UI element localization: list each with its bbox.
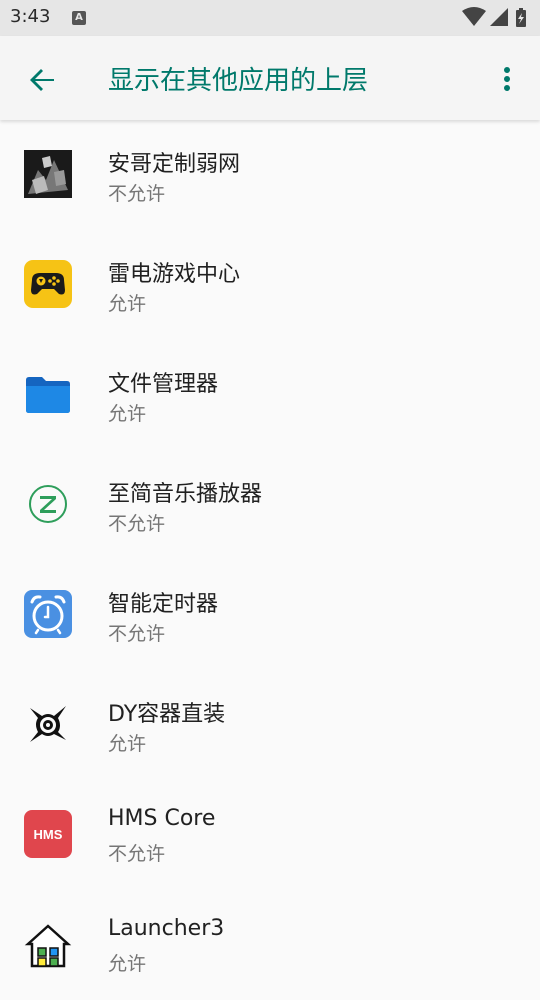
- back-button[interactable]: [20, 58, 64, 102]
- hms-app-icon: HMS: [24, 810, 72, 858]
- arrow-back-icon: [30, 69, 54, 91]
- app-permission-status: 允许: [108, 293, 147, 315]
- svg-text:HMS: HMS: [34, 827, 63, 842]
- list-item[interactable]: 安哥定制弱网 不允许: [0, 120, 540, 230]
- signal-icon: [490, 8, 508, 26]
- app-name: 至简音乐播放器: [108, 482, 263, 507]
- app-name: DY容器直装: [108, 702, 226, 727]
- app-name: 安哥定制弱网: [108, 152, 241, 177]
- app-permission-status: 不允许: [108, 513, 166, 535]
- folder-app-icon: [26, 377, 70, 413]
- list-item[interactable]: 智能定时器 不允许: [0, 560, 540, 670]
- app-permission-status: 允许: [108, 733, 147, 755]
- wifi-icon: [462, 7, 486, 26]
- app-name: 文件管理器: [108, 372, 219, 397]
- more-options-button[interactable]: [490, 58, 524, 102]
- app-permission-status: 不允许: [108, 843, 166, 865]
- app-list: 安哥定制弱网 不允许 雷电游戏中心 允许 文件管理器 允许 至简音乐播放器 不允…: [0, 120, 540, 1000]
- page-title: 显示在其他应用的上层: [108, 66, 369, 96]
- list-item[interactable]: Launcher3 允许: [0, 890, 540, 1000]
- app-permission-status: 不允许: [108, 623, 166, 645]
- app-permission-status: 不允许: [108, 183, 166, 205]
- a-notification-icon: A: [72, 11, 86, 25]
- app-name: 雷电游戏中心: [108, 262, 241, 287]
- battery-charging-icon: [516, 8, 526, 27]
- status-bar: 3:43 A: [0, 0, 540, 36]
- more-vert-icon: [504, 67, 510, 91]
- list-item[interactable]: 文件管理器 允许: [0, 340, 540, 450]
- status-icons: [462, 7, 526, 27]
- list-item[interactable]: DY容器直装 允许: [0, 670, 540, 780]
- app-permission-status: 允许: [108, 953, 147, 975]
- photo-app-icon: [24, 150, 72, 198]
- app-name: 智能定时器: [108, 592, 219, 617]
- house-app-icon: [24, 924, 72, 968]
- app-permission-status: 允许: [108, 403, 147, 425]
- alarm-clock-app-icon: [24, 590, 72, 638]
- app-name: Launcher3: [108, 916, 225, 941]
- app-bar: 显示在其他应用的上层: [0, 36, 540, 120]
- app-name: HMS Core: [108, 806, 216, 831]
- z-music-app-icon: [29, 485, 67, 523]
- list-item[interactable]: HMS HMS Core 不允许: [0, 780, 540, 890]
- list-item[interactable]: 雷电游戏中心 允许: [0, 230, 540, 340]
- list-item[interactable]: 至简音乐播放器 不允许: [0, 450, 540, 560]
- status-time: 3:43: [10, 6, 51, 27]
- dy-eye-app-icon: [30, 706, 66, 742]
- gamepad-app-icon: [24, 260, 72, 308]
